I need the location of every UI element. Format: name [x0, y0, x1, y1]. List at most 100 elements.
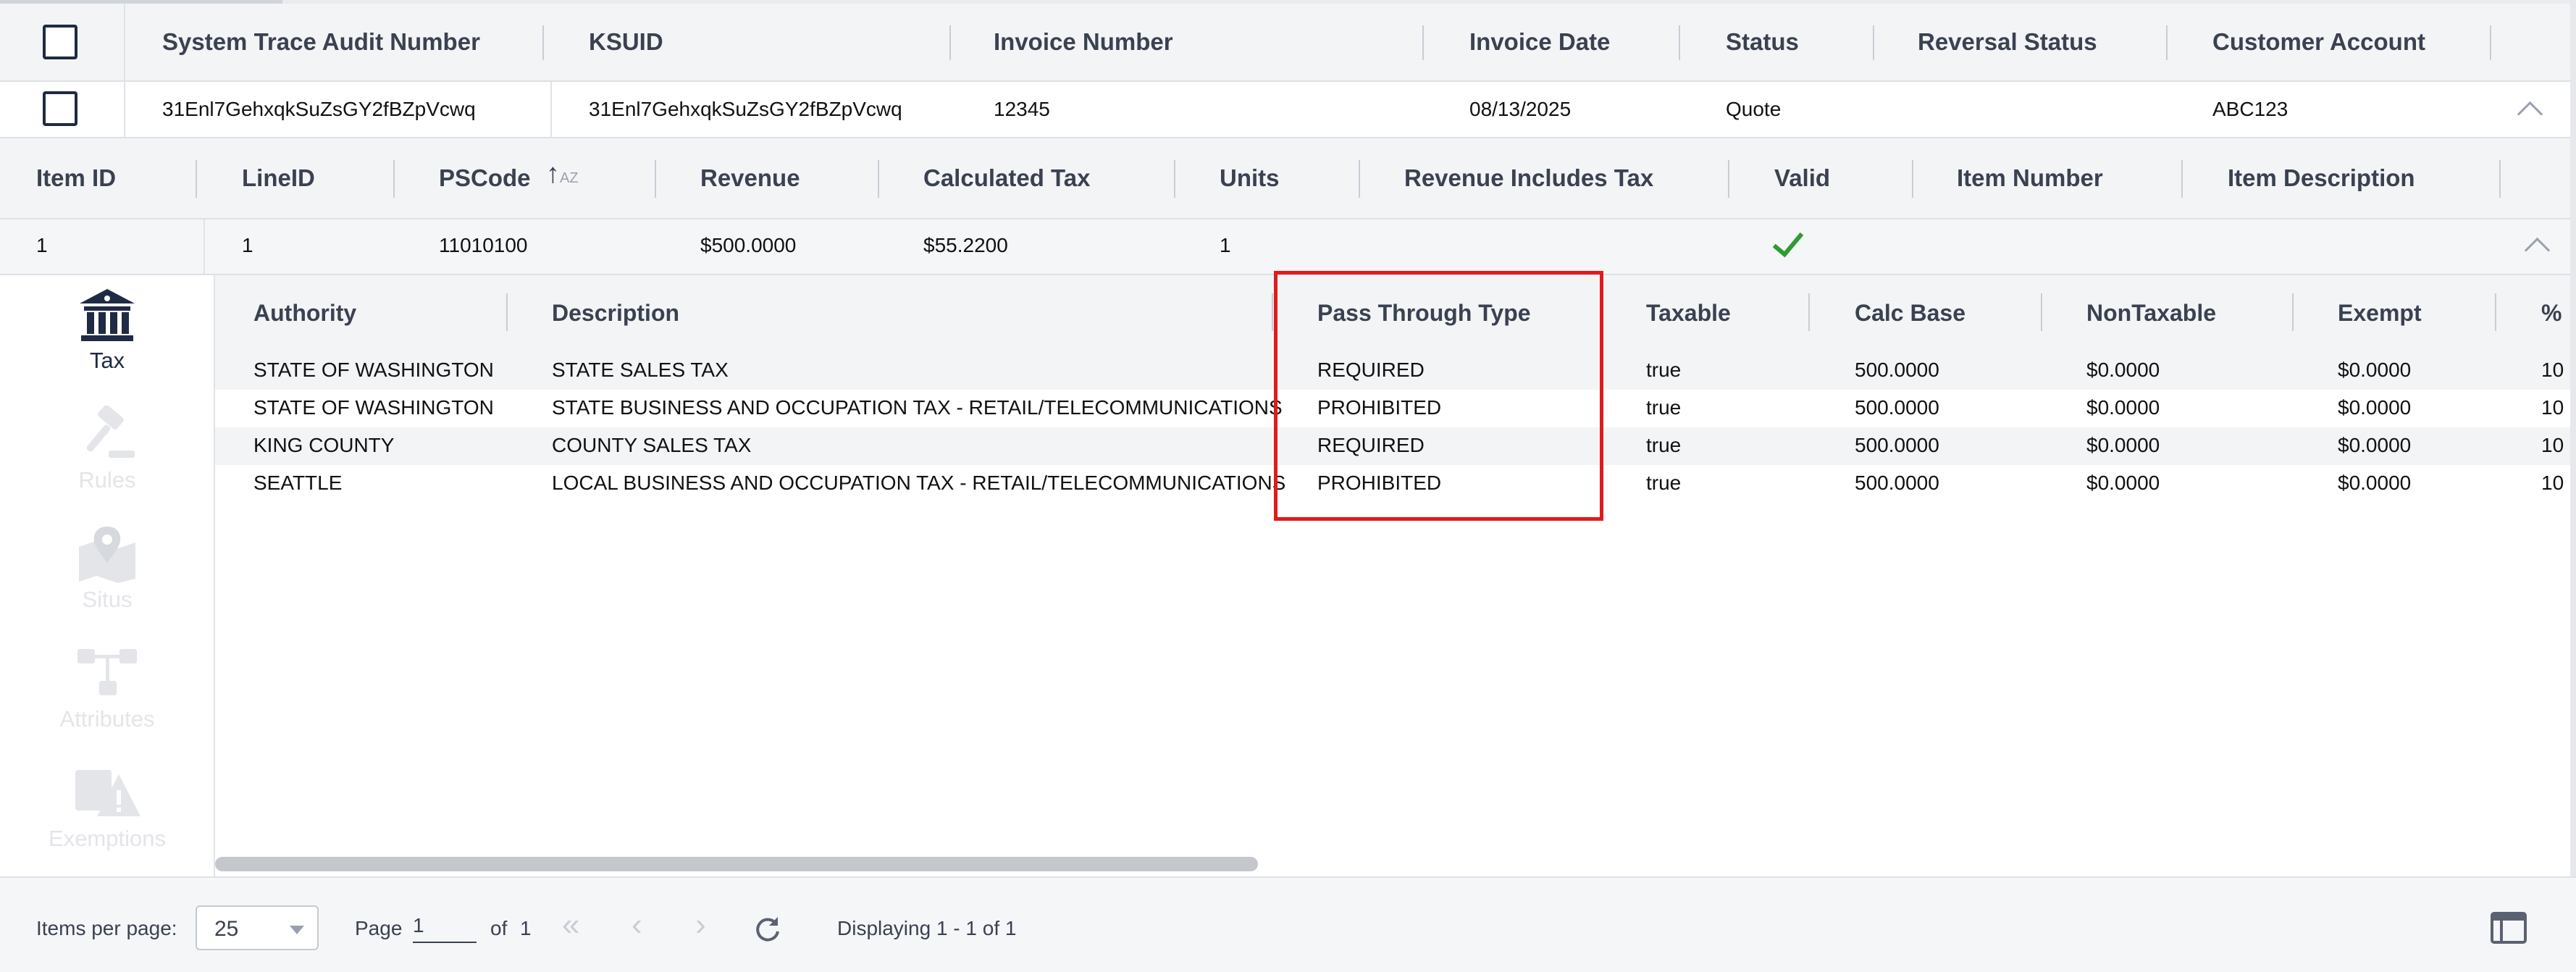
column-header-item-description[interactable]: Item Description [2228, 164, 2415, 192]
tab-situs-label: Situs [82, 587, 133, 612]
column-header-taxable[interactable]: Taxable [1646, 300, 1731, 327]
of-label: of [490, 917, 508, 939]
column-header-item-id[interactable]: Item ID [36, 164, 116, 192]
column-separator[interactable] [1174, 160, 1175, 198]
invoice-customer-account: ABC123 [2212, 98, 2288, 120]
gavel-icon [86, 405, 135, 458]
warning-icon [75, 770, 140, 816]
tab-tax-label: Tax [89, 348, 125, 373]
column-header-line-id[interactable]: LineID [242, 164, 315, 192]
column-header-reversal-status[interactable]: Reversal Status [1918, 28, 2097, 56]
tab-exemptions-label: Exemptions [49, 826, 166, 851]
column-header-invoice-number[interactable]: Invoice Number [994, 28, 1173, 56]
column-header-item-number[interactable]: Item Number [1957, 164, 2103, 192]
tab-attributes[interactable]: Attributes [0, 645, 214, 732]
taxable-cell: true [1646, 434, 1682, 456]
column-separator[interactable] [196, 160, 197, 198]
invoice-row-checkbox[interactable] [43, 91, 77, 126]
invoice-row[interactable]: 31Enl7GehxqkSuZsGY2fBZpVcwq 31Enl7Gehxqk… [0, 82, 2576, 138]
column-separator[interactable] [2490, 25, 2491, 60]
authority-cell: STATE OF WASHINGTON [253, 359, 494, 381]
non-taxable-cell: $0.0000 [2086, 472, 2160, 494]
column-separator[interactable] [124, 4, 125, 80]
column-header-system-trace-audit-number[interactable]: System Trace Audit Number [162, 28, 480, 56]
column-header-authority[interactable]: Authority [253, 300, 356, 327]
column-header-units[interactable]: Units [1220, 164, 1280, 192]
column-separator[interactable] [1272, 293, 1273, 331]
tab-exemptions[interactable]: Exemptions [0, 764, 214, 852]
column-header-exempt[interactable]: Exempt [2338, 300, 2422, 327]
column-separator[interactable] [542, 25, 544, 60]
tab-rules[interactable]: Rules [0, 405, 214, 493]
column-header-valid[interactable]: Valid [1774, 164, 1830, 192]
tab-tax[interactable]: Tax [0, 286, 214, 374]
tab-situs[interactable]: Situs [0, 525, 214, 613]
next-page-icon[interactable]: › [695, 907, 706, 943]
column-header-calculated-tax[interactable]: Calculated Tax [923, 164, 1090, 192]
description-cell: LOCAL BUSINESS AND OCCUPATION TAX - RETA… [552, 472, 1286, 494]
collapse-item-chevron-icon[interactable] [2524, 237, 2551, 264]
bank-icon [80, 289, 135, 341]
first-page-icon[interactable]: « [562, 907, 579, 943]
layout-toggle-icon[interactable] [2490, 911, 2527, 944]
exempt-cell: $0.0000 [2338, 359, 2412, 381]
column-header-non-taxable[interactable]: NonTaxable [2086, 300, 2216, 327]
previous-page-icon[interactable]: ‹ [632, 907, 642, 943]
column-separator[interactable] [2041, 293, 2042, 331]
column-header-invoice-date[interactable]: Invoice Date [1469, 28, 1610, 56]
authority-cell: SEATTLE [253, 472, 343, 494]
vertical-scrollbar[interactable] [2570, 0, 2576, 876]
page-number-input[interactable]: 1 [413, 914, 477, 943]
column-separator[interactable] [1679, 25, 1680, 60]
column-separator[interactable] [1728, 160, 1729, 198]
column-header-ksuid[interactable]: KSUID [589, 28, 663, 56]
hierarchy-icon [77, 649, 137, 695]
percent-cell: 10 [2541, 359, 2564, 381]
percent-cell: 10 [2541, 396, 2564, 419]
percent-cell: 10 [2541, 434, 2564, 456]
column-separator[interactable] [1912, 160, 1913, 198]
column-separator[interactable] [1873, 25, 1874, 60]
horizontal-scrollbar[interactable] [215, 857, 1258, 871]
column-separator[interactable] [506, 293, 508, 331]
sort-ascending-icon[interactable]: ↑AZ [546, 159, 579, 190]
caret-down-icon [290, 926, 304, 934]
column-header-ps-code[interactable]: PSCode [439, 164, 531, 192]
column-separator [204, 219, 205, 274]
invoice-system-trace-audit-number: 31Enl7GehxqkSuZsGY2fBZpVcwq [162, 98, 476, 120]
select-all-checkbox[interactable] [43, 25, 77, 59]
exempt-cell: $0.0000 [2338, 472, 2412, 494]
column-separator[interactable] [2495, 293, 2496, 331]
item-row[interactable]: 1 1 11010100 $500.0000 $55.2200 1 [0, 219, 2576, 275]
column-header-revenue[interactable]: Revenue [700, 164, 800, 192]
items-per-page-select[interactable]: 25 [196, 905, 319, 950]
displaying-count: Displaying 1 - 1 of 1 [837, 917, 1017, 939]
column-header-revenue-includes-tax[interactable]: Revenue Includes Tax [1404, 164, 1653, 192]
column-separator[interactable] [1422, 25, 1424, 60]
column-separator[interactable] [949, 25, 951, 60]
column-header-percent[interactable]: % [2541, 300, 2562, 327]
column-header-calc-base[interactable]: Calc Base [1855, 300, 1965, 327]
column-header-description[interactable]: Description [552, 300, 679, 327]
column-separator[interactable] [2166, 25, 2168, 60]
description-cell: STATE BUSINESS AND OCCUPATION TAX - RETA… [552, 396, 1283, 419]
column-separator [124, 82, 125, 137]
column-separator[interactable] [393, 160, 395, 198]
column-separator[interactable] [878, 160, 879, 198]
column-separator[interactable] [2499, 160, 2501, 198]
invoice-status: Quote [1726, 98, 1782, 120]
column-separator[interactable] [2181, 160, 2183, 198]
item-revenue: $500.0000 [700, 234, 797, 256]
column-separator[interactable] [2292, 293, 2294, 331]
non-taxable-cell: $0.0000 [2086, 396, 2160, 419]
column-separator[interactable] [655, 160, 656, 198]
column-separator[interactable] [1808, 293, 1810, 331]
refresh-icon[interactable] [753, 914, 782, 943]
column-header-status[interactable]: Status [1726, 28, 1799, 56]
description-cell: COUNTY SALES TAX [552, 434, 752, 456]
collapse-invoice-chevron-icon[interactable] [2517, 101, 2543, 127]
page-label: Page [355, 917, 403, 939]
column-separator[interactable] [1359, 160, 1360, 198]
column-header-customer-account[interactable]: Customer Account [2212, 28, 2425, 56]
items-per-page-label: Items per page: [36, 917, 177, 939]
